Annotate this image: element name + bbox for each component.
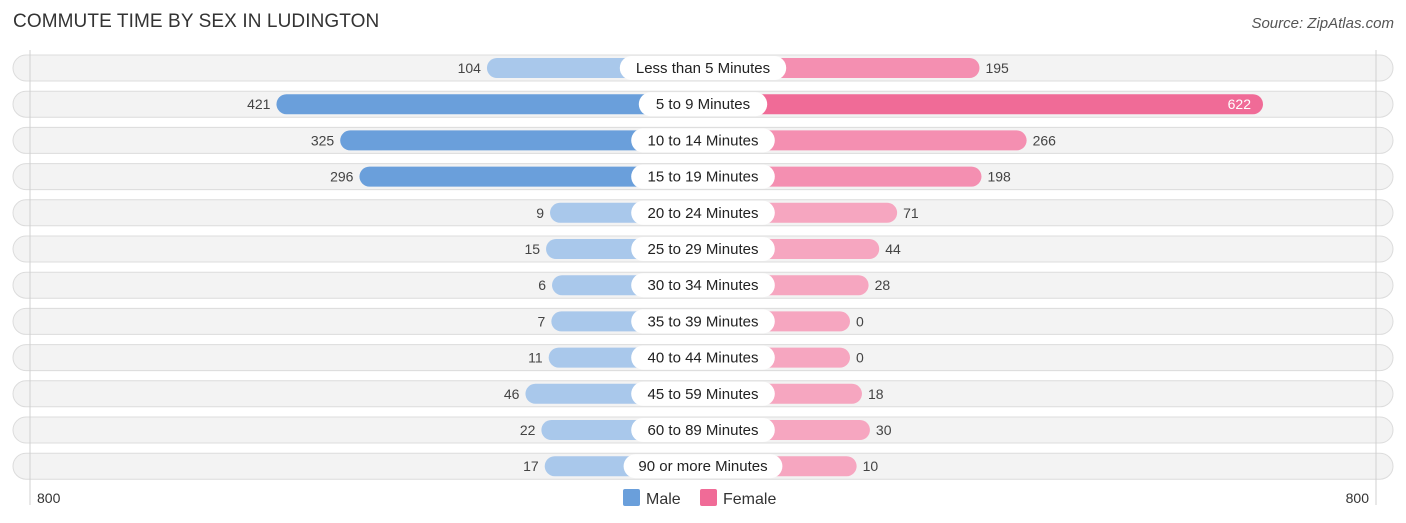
value-label-male: 22 bbox=[520, 422, 536, 438]
value-label-male: 421 bbox=[247, 96, 271, 112]
category-label: 40 to 44 Minutes bbox=[648, 350, 759, 367]
value-label-female: 44 bbox=[885, 241, 901, 257]
value-label-female: 266 bbox=[1033, 132, 1057, 148]
chart-canvas: 104 195Less than 5 Minutes421 6225 to 9 Mi… bbox=[12, 50, 1394, 508]
value-label-female: 28 bbox=[875, 277, 891, 293]
value-label-female: 18 bbox=[868, 386, 884, 402]
value-label-male: 17 bbox=[523, 458, 539, 474]
legend-label-male: Male bbox=[646, 491, 681, 508]
legend-swatch-female bbox=[700, 489, 717, 506]
table-row: 7 0 35 to 39 Minutes bbox=[12, 307, 1394, 335]
value-label-male: 7 bbox=[538, 313, 546, 329]
category-label: 35 to 39 Minutes bbox=[648, 313, 759, 330]
category-label: 90 or more Minutes bbox=[638, 458, 767, 475]
table-row: 22 30 60 to 89 Minutes bbox=[12, 416, 1394, 444]
value-label-female: 0 bbox=[856, 350, 864, 366]
legend: Male Female bbox=[623, 489, 776, 508]
category-label: 60 to 89 Minutes bbox=[648, 422, 759, 439]
table-row: 46 18 45 to 59 Minutes bbox=[12, 380, 1394, 408]
axis-tick-left: 800 bbox=[37, 490, 61, 506]
value-label-male: 11 bbox=[528, 350, 543, 366]
value-label-female: 0 bbox=[856, 313, 864, 329]
value-label-male: 104 bbox=[458, 60, 482, 76]
value-label-female: 30 bbox=[876, 422, 892, 438]
legend-swatch-male bbox=[623, 489, 640, 506]
table-row: 15 44 25 to 29 Minutes bbox=[12, 235, 1394, 263]
value-label-male: 6 bbox=[538, 277, 546, 293]
table-row: 9 71 20 to 24 Minutes bbox=[12, 199, 1394, 227]
bar-female bbox=[703, 94, 1264, 115]
table-row: 296 198 15 to 19 Minutes bbox=[12, 163, 1394, 191]
category-label: 25 to 29 Minutes bbox=[648, 241, 759, 258]
value-label-male: 296 bbox=[330, 169, 354, 185]
table-row: 104 195 Less than 5 Minutes bbox=[12, 54, 1394, 82]
table-row: 325 266 10 to 14 Minutes bbox=[12, 126, 1394, 154]
table-row: 11 0 40 to 44 Minutes bbox=[12, 344, 1394, 372]
value-label-female: 622 bbox=[1228, 96, 1252, 112]
category-label: 10 to 14 Minutes bbox=[648, 132, 759, 149]
value-label-female: 195 bbox=[985, 60, 1009, 76]
value-label-male: 325 bbox=[311, 132, 335, 148]
value-label-male: 9 bbox=[536, 205, 544, 221]
table-row: 421 622 5 to 9 Minutes bbox=[12, 90, 1394, 118]
table-row: 6 28 30 to 34 Minutes bbox=[12, 271, 1394, 299]
category-label: 5 to 9 Minutes bbox=[656, 96, 750, 113]
legend-label-female: Female bbox=[723, 491, 776, 508]
value-label-female: 71 bbox=[903, 205, 919, 221]
category-label: 45 to 59 Minutes bbox=[648, 386, 759, 403]
value-label-female: 10 bbox=[863, 458, 879, 474]
category-label: 15 to 19 Minutes bbox=[648, 169, 759, 186]
axis-tick-right: 800 bbox=[1346, 490, 1370, 506]
value-label-male: 15 bbox=[524, 241, 540, 257]
category-label: 20 to 24 Minutes bbox=[648, 205, 759, 222]
category-label: 30 to 34 Minutes bbox=[648, 277, 759, 294]
category-label: Less than 5 Minutes bbox=[636, 60, 770, 77]
chart-rows: 104 195Less than 5 Minutes421 6225 to 9 Mi… bbox=[12, 54, 1394, 480]
value-label-male: 46 bbox=[504, 386, 520, 402]
value-label-female: 198 bbox=[987, 169, 1011, 185]
table-row: 17 10 90 or more Minutes bbox=[12, 452, 1394, 480]
